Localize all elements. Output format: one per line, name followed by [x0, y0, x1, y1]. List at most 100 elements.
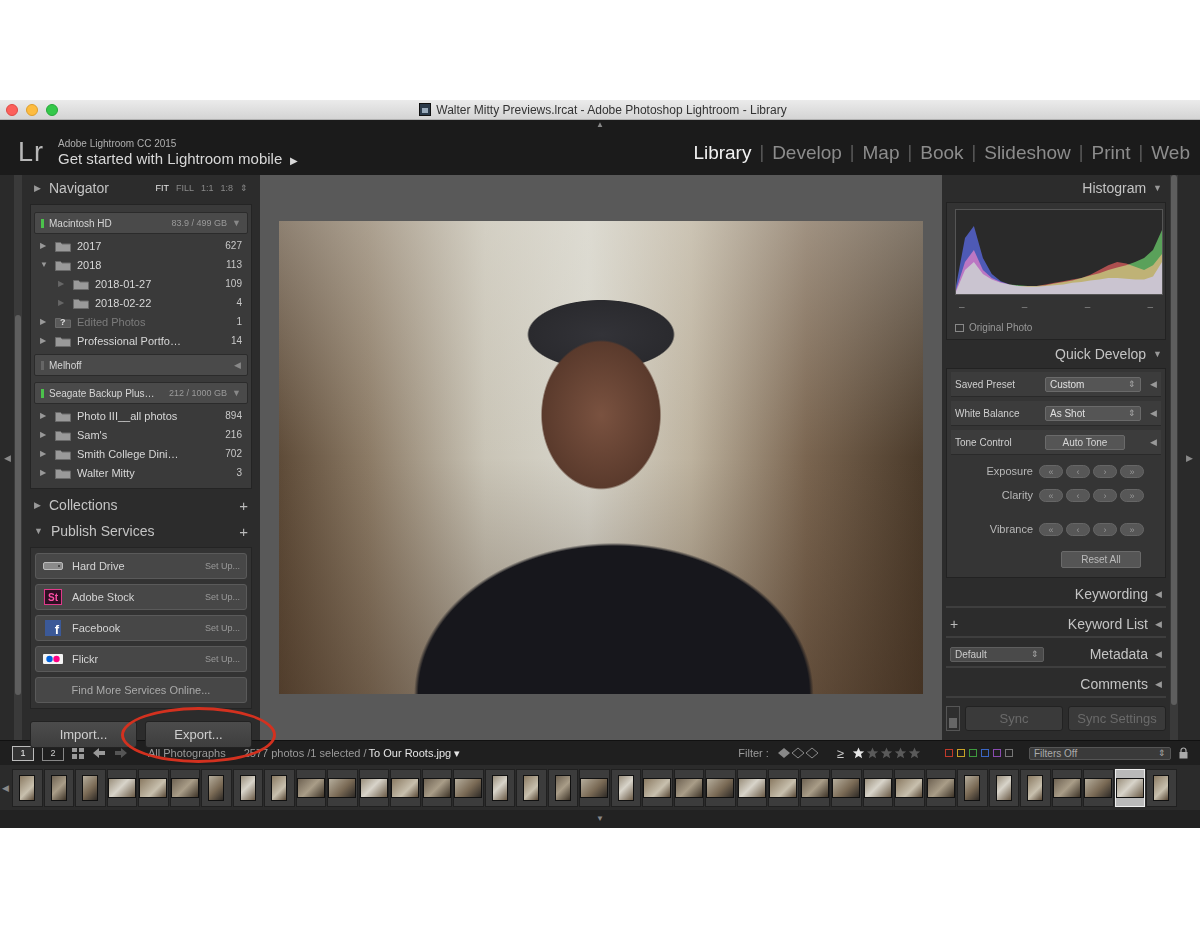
header-collapse-toggle[interactable]: ▲ — [0, 120, 1200, 130]
photo-preview[interactable] — [279, 221, 923, 694]
add-collection-button[interactable]: + — [239, 497, 248, 514]
checkbox[interactable] — [955, 324, 964, 332]
sync-button[interactable]: Sync — [965, 706, 1063, 731]
folder-row[interactable]: ▶Photo III__all photos894 — [34, 406, 248, 425]
folder-row[interactable]: ▶Smith College Dini…702 — [34, 444, 248, 463]
find-more-services-button[interactable]: Find More Services Online... — [35, 677, 247, 703]
right-scrollbar[interactable] — [1170, 175, 1178, 740]
filmstrip-thumbnail[interactable] — [1052, 769, 1083, 807]
filmstrip-thumbnail[interactable] — [138, 769, 169, 807]
zoom-button[interactable] — [46, 104, 58, 116]
filter-preset-select[interactable]: Filters Off⇕ — [1029, 747, 1171, 760]
module-tab[interactable]: Book — [920, 142, 963, 164]
step-button[interactable]: » — [1120, 465, 1144, 478]
filmstrip-thumbnail[interactable] — [611, 769, 642, 807]
publish-services-header[interactable]: ▼Publish Services+ — [30, 521, 252, 541]
filmstrip-thumbnail[interactable] — [264, 769, 295, 807]
color-label[interactable] — [969, 749, 977, 757]
filmstrip-thumbnail[interactable] — [233, 769, 264, 807]
zoom-option[interactable]: FILL — [176, 183, 194, 193]
filmstrip-thumbnail[interactable] — [390, 769, 421, 807]
folder-row[interactable]: ▶2018-02-224 — [34, 293, 248, 312]
grid-view-icon[interactable] — [72, 747, 84, 759]
step-button[interactable]: ‹ — [1066, 465, 1090, 478]
left-scrollbar[interactable] — [14, 175, 22, 740]
filmstrip-thumbnail[interactable] — [831, 769, 862, 807]
filmstrip-thumbnail[interactable] — [170, 769, 201, 807]
original-photo-checkbox[interactable]: Original Photo — [955, 318, 1157, 335]
step-button[interactable]: » — [1120, 523, 1144, 536]
folder-row[interactable]: ▼2018113 — [34, 255, 248, 274]
filmstrip-thumbnail[interactable] — [1146, 769, 1177, 807]
preset-select[interactable]: As Shot⇕ — [1045, 406, 1141, 421]
filmstrip-thumbnail[interactable] — [422, 769, 453, 807]
rating-filter[interactable] — [852, 747, 921, 759]
filmstrip-thumbnail[interactable] — [107, 769, 138, 807]
collapsed-panel-header[interactable]: Keywording◀ — [946, 582, 1166, 608]
color-label[interactable] — [1005, 749, 1013, 757]
module-tab[interactable]: Map — [863, 142, 900, 164]
filmstrip-thumbnail[interactable] — [485, 769, 516, 807]
close-button[interactable] — [6, 104, 18, 116]
import-export-button[interactable]: Export... — [145, 721, 252, 748]
auto-tone-button[interactable]: Auto Tone — [1045, 435, 1125, 450]
star-icon[interactable] — [894, 747, 907, 759]
publish-service[interactable]: Hard DriveSet Up... — [35, 553, 247, 579]
module-tab[interactable]: Print — [1092, 142, 1131, 164]
filmstrip-thumbnail[interactable] — [1020, 769, 1051, 807]
filmstrip-toggle[interactable]: ▼ — [0, 810, 1200, 828]
collapsed-panel-header[interactable]: Comments◀ — [946, 672, 1166, 698]
step-button[interactable]: ‹ — [1066, 489, 1090, 502]
zoom-option[interactable]: 1:1 — [201, 183, 214, 193]
add-keyword-button[interactable]: + — [950, 616, 958, 632]
step-button[interactable]: « — [1039, 489, 1063, 502]
rating-operator[interactable]: ≥ — [837, 746, 844, 761]
module-tab[interactable]: Web — [1151, 142, 1190, 164]
filmstrip-thumbnail[interactable] — [327, 769, 358, 807]
quick-develop-header[interactable]: Quick Develop▼ — [946, 344, 1166, 364]
folder-row[interactable]: ▶2018-01-27109 — [34, 274, 248, 293]
folder-row[interactable]: ▶Professional Portfo…14 — [34, 331, 248, 350]
filmstrip-thumbnail[interactable] — [989, 769, 1020, 807]
screen-button[interactable]: 1 — [12, 746, 34, 761]
filmstrip-thumbnail[interactable] — [768, 769, 799, 807]
flag-filter-icon[interactable] — [777, 747, 821, 759]
step-button[interactable]: ‹ — [1066, 523, 1090, 536]
module-tab[interactable]: Slideshow — [984, 142, 1071, 164]
add-publish-service-button[interactable]: + — [239, 523, 248, 540]
filmstrip-thumbnail[interactable] — [296, 769, 327, 807]
folder-row[interactable]: ▶?Edited Photos1 — [34, 312, 248, 331]
preset-select[interactable]: Custom⇕ — [1045, 377, 1141, 392]
source-label[interactable]: All Photographs — [148, 747, 226, 759]
filmstrip-thumbnail[interactable] — [516, 769, 547, 807]
module-tab[interactable]: Develop — [772, 142, 842, 164]
zoom-menu[interactable]: ⇕ — [240, 183, 248, 193]
module-tab[interactable]: Library — [693, 142, 751, 164]
filmstrip-thumbnail[interactable] — [201, 769, 232, 807]
forward-arrow-icon[interactable] — [114, 747, 128, 759]
star-icon[interactable] — [908, 747, 921, 759]
step-button[interactable]: › — [1093, 465, 1117, 478]
filmstrip-thumbnail[interactable] — [737, 769, 768, 807]
star-icon[interactable] — [866, 747, 879, 759]
filmstrip-thumbnail[interactable] — [453, 769, 484, 807]
filmstrip-thumbnail[interactable] — [957, 769, 988, 807]
mobile-link[interactable]: Get started with Lightroom mobile ▶ — [58, 150, 298, 167]
navigator-header[interactable]: ▶NavigatorFITFILL1:11:8⇕ — [30, 178, 252, 198]
expand-arrow[interactable]: ◀ — [1147, 408, 1157, 418]
auto-sync-switch[interactable] — [946, 706, 960, 731]
expand-arrow[interactable]: ◀ — [1147, 437, 1157, 447]
folder-row[interactable]: ▶2017627 — [34, 236, 248, 255]
star-icon[interactable] — [880, 747, 893, 759]
publish-service[interactable]: StAdobe StockSet Up... — [35, 584, 247, 610]
volume-bar[interactable]: Macintosh HD83.9 / 499 GB▼ — [34, 212, 248, 234]
collapsed-panel-header[interactable]: Default⇕Metadata◀ — [946, 642, 1166, 668]
collapsed-panel-header[interactable]: +Keyword List◀ — [946, 612, 1166, 638]
right-panel-toggle[interactable]: ▶ — [1178, 175, 1200, 740]
collections-header[interactable]: ▶Collections+ — [30, 495, 252, 515]
histogram-chart[interactable] — [955, 209, 1163, 295]
filmstrip-thumbnail[interactable] — [548, 769, 579, 807]
filmstrip-thumbnail[interactable] — [926, 769, 957, 807]
minimize-button[interactable] — [26, 104, 38, 116]
zoom-option[interactable]: 1:8 — [220, 183, 233, 193]
